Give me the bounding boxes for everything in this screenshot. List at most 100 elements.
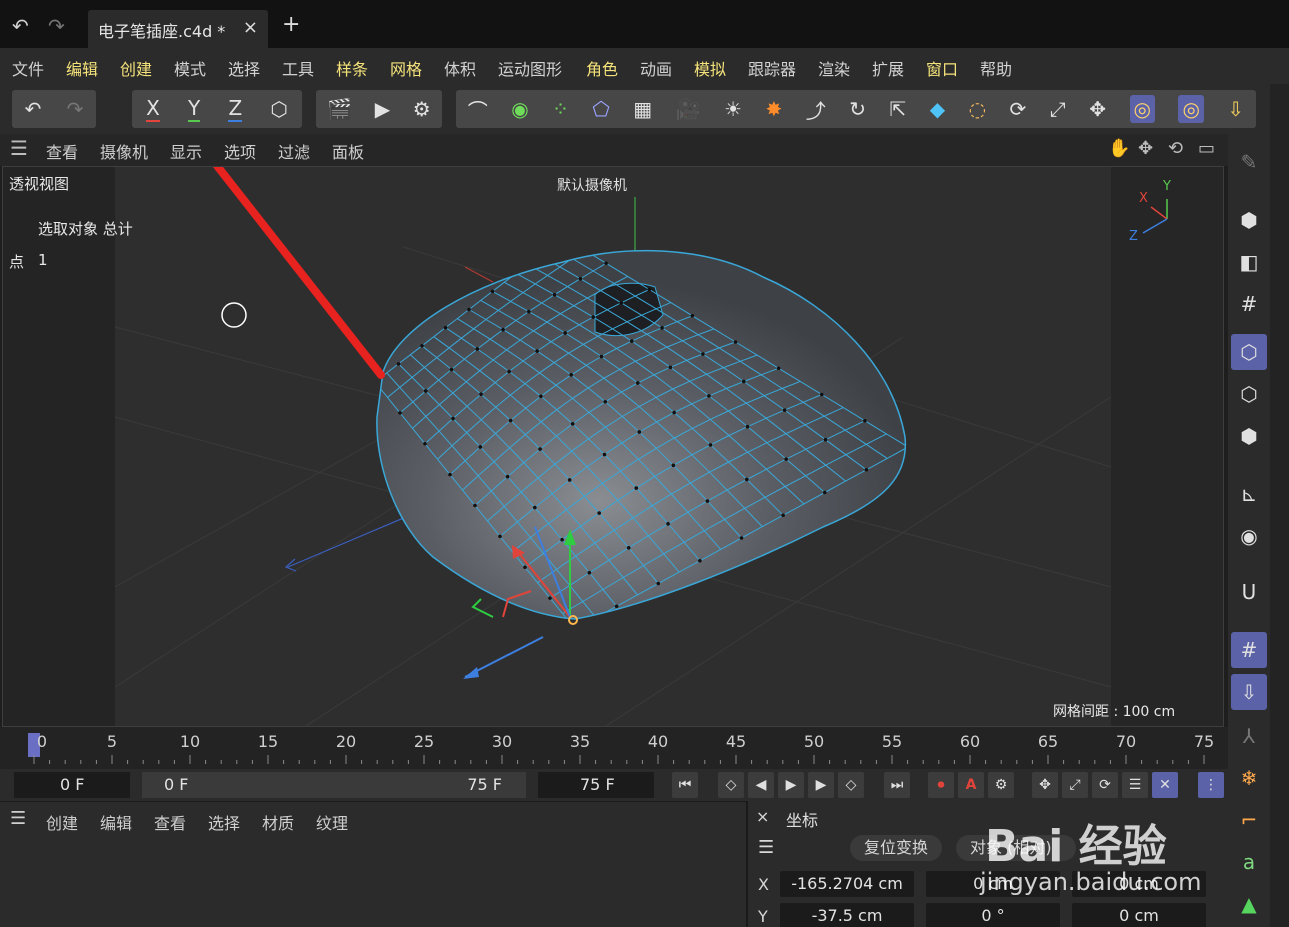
select-visible-icon[interactable]: ◎ bbox=[1178, 95, 1204, 123]
mesh-vertex[interactable] bbox=[864, 467, 869, 472]
mesh-vertex[interactable] bbox=[535, 349, 539, 353]
mesh-vertex[interactable] bbox=[467, 307, 471, 312]
z-axis-button[interactable]: Z bbox=[228, 96, 243, 122]
gizmo-z-handle-arrow[interactable] bbox=[463, 667, 479, 679]
mesh-vertex[interactable] bbox=[671, 463, 676, 468]
key-pla-icon[interactable]: ✕ bbox=[1152, 772, 1178, 798]
key-scale-icon[interactable]: ⤢ bbox=[1062, 772, 1088, 798]
size-y-field[interactable]: 0 ° bbox=[926, 903, 1060, 927]
rotate-tag-icon[interactable]: ↻ bbox=[849, 97, 866, 121]
pan-hand-icon[interactable]: ✋ bbox=[1108, 138, 1130, 159]
scale-icon[interactable]: ⤢ bbox=[1050, 97, 1066, 121]
mesh-vertex[interactable] bbox=[423, 441, 427, 446]
mesh-vertex[interactable] bbox=[473, 503, 477, 508]
mesh-vertex[interactable] bbox=[626, 546, 631, 550]
axis-mode-icon[interactable]: ⊾ bbox=[1231, 476, 1267, 512]
move-icon[interactable]: ✥ bbox=[1089, 97, 1106, 121]
mesh-vertex[interactable] bbox=[475, 347, 480, 351]
mesh-vertex[interactable] bbox=[490, 289, 495, 294]
mesh-vertex[interactable] bbox=[478, 445, 483, 449]
menu-3[interactable]: 模式 bbox=[174, 56, 206, 80]
mesh-vertex[interactable] bbox=[784, 457, 788, 461]
cloner-icon[interactable]: ⁘ bbox=[552, 97, 569, 121]
model-mode-icon[interactable]: ⬢ bbox=[1231, 202, 1267, 238]
timeline-ruler[interactable]: 0 5 10 15 20 25 30 35 40 45 50 55 60 65 70 75 bbox=[0, 727, 1228, 769]
mesh-vertex[interactable] bbox=[498, 534, 502, 539]
menu-0[interactable]: 文件 bbox=[12, 56, 44, 80]
mesh-vertex[interactable] bbox=[619, 301, 624, 305]
edges-mode-icon[interactable]: ⬡ bbox=[1231, 376, 1267, 412]
mesh-vertex[interactable] bbox=[570, 422, 575, 426]
viewport-menu-0[interactable]: 查看 bbox=[46, 139, 78, 163]
auto-key-button[interactable]: A bbox=[958, 772, 984, 798]
mesh-vertex[interactable] bbox=[629, 339, 634, 343]
spline-pen-icon[interactable]: ⌒ bbox=[468, 95, 488, 124]
orbit-icon[interactable]: ⟲ bbox=[1168, 138, 1183, 159]
material-menu-0[interactable]: 创建 bbox=[46, 810, 78, 834]
mesh-vertex[interactable] bbox=[690, 313, 695, 318]
workplane-icon[interactable]: # bbox=[1231, 286, 1267, 322]
menu-5[interactable]: 工具 bbox=[282, 56, 314, 80]
close-tab-icon[interactable]: × bbox=[243, 17, 258, 38]
redo-icon[interactable]: ↷ bbox=[48, 14, 65, 38]
menu-14[interactable]: 渲染 bbox=[818, 56, 850, 80]
select-mode-icon[interactable]: ◎ bbox=[1129, 95, 1155, 123]
tag-icon[interactable]: ⤴ bbox=[806, 95, 826, 124]
y-axis-button[interactable]: Y bbox=[188, 96, 201, 122]
render-view-icon[interactable]: 🎬 bbox=[327, 97, 352, 121]
mesh-vertex[interactable] bbox=[597, 511, 601, 515]
mesh-vertex[interactable] bbox=[666, 522, 670, 526]
frame-range-slider[interactable]: 0 F 75 F bbox=[142, 772, 526, 798]
menu-7[interactable]: 网格 bbox=[390, 56, 422, 80]
toolbar-redo-icon[interactable]: ↷ bbox=[67, 97, 84, 121]
position-x-field[interactable]: -165.2704 cm bbox=[780, 871, 914, 897]
mesh-vertex[interactable] bbox=[781, 513, 785, 518]
texture-mode-icon[interactable]: ◧ bbox=[1231, 244, 1267, 280]
mesh-vertex[interactable] bbox=[660, 326, 664, 330]
render-picture-viewer-icon[interactable]: ▶ bbox=[375, 97, 390, 121]
prev-key-icon[interactable]: ◇ bbox=[718, 772, 744, 798]
mesh-vertex[interactable] bbox=[560, 537, 564, 542]
mesh-vertex[interactable] bbox=[741, 379, 746, 384]
material-menu-4[interactable]: 材质 bbox=[262, 810, 294, 834]
current-frame-field[interactable]: 0 F bbox=[14, 772, 130, 798]
material-menu-icon[interactable]: ☰ bbox=[10, 808, 26, 829]
mesh-vertex[interactable] bbox=[448, 472, 452, 477]
viewport-menu-5[interactable]: 面板 bbox=[332, 139, 364, 163]
mesh-vertex[interactable] bbox=[398, 411, 402, 415]
reset-transform-button[interactable]: 复位变换 bbox=[850, 835, 943, 861]
record-keys-icon[interactable]: ⏺ bbox=[928, 772, 954, 798]
mesh-vertex[interactable] bbox=[707, 394, 711, 398]
snap-icon[interactable]: U bbox=[1231, 574, 1267, 610]
mesh-vertex[interactable] bbox=[423, 389, 428, 393]
locked-workplane-icon[interactable]: ⅄ bbox=[1231, 718, 1267, 754]
gizmo-plane-green[interactable] bbox=[471, 598, 494, 618]
key-settings-icon[interactable]: ⚙ bbox=[988, 772, 1014, 798]
key-position-icon[interactable]: ✥ bbox=[1032, 772, 1058, 798]
mesh-vertex[interactable] bbox=[396, 362, 401, 366]
mesh-vertex[interactable] bbox=[647, 287, 652, 292]
mesh-vertex[interactable] bbox=[656, 581, 661, 586]
menu-2[interactable]: 创建 bbox=[120, 56, 152, 80]
plugin-icon[interactable]: a bbox=[1231, 844, 1267, 880]
new-tab-icon[interactable]: + bbox=[282, 12, 300, 37]
go-to-start-icon[interactable]: ⏮ bbox=[672, 772, 698, 798]
go-to-end-icon[interactable]: ⏭ bbox=[884, 772, 910, 798]
mesh-vertex[interactable] bbox=[573, 627, 577, 631]
mesh-vertex[interactable] bbox=[443, 325, 448, 330]
viewport-menu-4[interactable]: 过滤 bbox=[278, 139, 310, 163]
mesh-vertex[interactable] bbox=[636, 381, 640, 385]
workplane-snap-icon[interactable]: ⇩ bbox=[1231, 674, 1267, 710]
mesh-vertex[interactable] bbox=[561, 235, 565, 239]
viewport-menu-icon[interactable]: ☰ bbox=[10, 136, 28, 160]
next-frame-icon[interactable]: ▶ bbox=[808, 772, 834, 798]
mesh-vertex[interactable] bbox=[591, 315, 595, 319]
menu-8[interactable]: 体积 bbox=[444, 56, 476, 80]
mesh-vertex[interactable] bbox=[563, 331, 567, 335]
mesh-vertex[interactable] bbox=[733, 340, 738, 344]
mesh-vertex[interactable] bbox=[603, 399, 608, 404]
menu-6[interactable]: 样条 bbox=[336, 56, 368, 80]
triangle-icon[interactable]: ▲ bbox=[1231, 886, 1267, 922]
material-menu-3[interactable]: 选择 bbox=[208, 810, 240, 834]
material-menu-5[interactable]: 纹理 bbox=[316, 810, 348, 834]
